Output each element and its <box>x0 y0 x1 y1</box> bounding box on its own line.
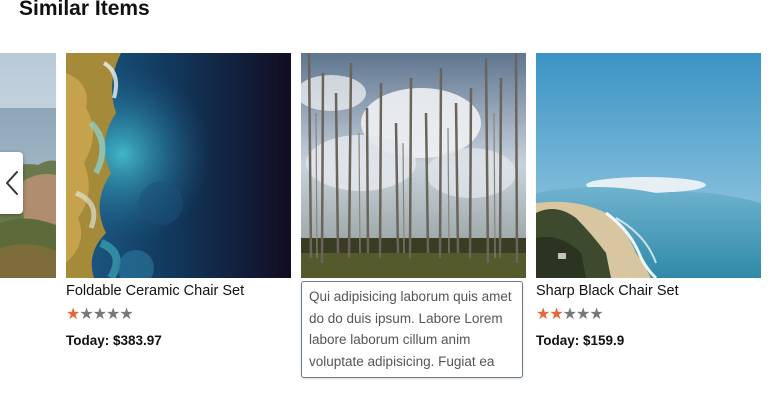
star-filled-icon: ★ <box>549 306 563 323</box>
star-empty-icon: ★ <box>576 306 590 323</box>
star-filled-icon: ★ <box>66 306 80 323</box>
dead-forest-clouds-photo <box>301 53 526 278</box>
rating-stars: ★★★★★ <box>536 306 761 324</box>
product-card[interactable] <box>301 53 526 278</box>
product-price: Today: $383.97 <box>66 333 162 348</box>
beach-coastline-aerial-photo <box>536 53 761 278</box>
product-title[interactable]: Sharp Black Chair Set <box>536 282 761 300</box>
product-description-tooltip: Qui adipisicing laborum quis amet do do … <box>301 281 523 378</box>
similar-items-section: Similar Items Foldable Ceramic Chair Set… <box>0 0 771 410</box>
star-filled-icon: ★ <box>536 306 550 323</box>
aerial-ocean-coast-photo <box>66 53 291 278</box>
chevron-left-icon <box>5 171 18 195</box>
star-empty-icon: ★ <box>589 306 603 323</box>
star-empty-icon: ★ <box>106 306 120 323</box>
product-price: Today: $159.9 <box>536 333 625 348</box>
rating-stars: ★★★★★ <box>66 306 291 324</box>
product-card[interactable]: Sharp Black Chair Set ★★★★★ Today: $159.… <box>536 53 761 349</box>
star-empty-icon: ★ <box>119 306 133 323</box>
star-empty-icon: ★ <box>79 306 93 323</box>
product-card[interactable]: Foldable Ceramic Chair Set ★★★★★ Today: … <box>66 53 291 349</box>
carousel-prev-button[interactable] <box>0 152 23 214</box>
product-title[interactable]: Foldable Ceramic Chair Set <box>66 282 291 300</box>
star-empty-icon: ★ <box>92 306 107 323</box>
section-title: Similar Items <box>19 0 150 20</box>
star-empty-icon: ★ <box>562 306 577 323</box>
